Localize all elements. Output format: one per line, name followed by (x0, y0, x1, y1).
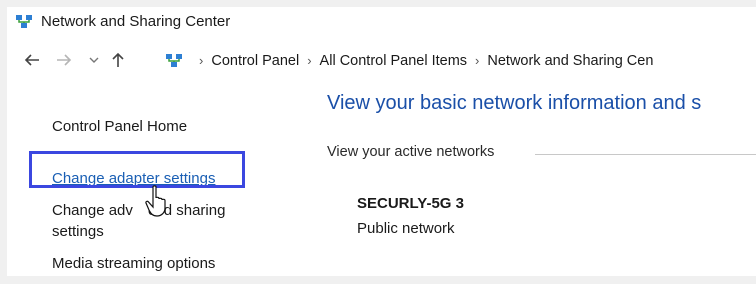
title-bar: Network and Sharing Center (7, 7, 756, 37)
network-type-link[interactable]: Public network (357, 220, 455, 237)
active-networks-label: View your active networks (327, 144, 495, 160)
arrow-up-icon (112, 52, 124, 67)
window-title: Network and Sharing Center (41, 13, 231, 30)
sidebar-item-change-advanced-sharing-line1[interactable]: Change adv ced sharing (52, 200, 225, 221)
breadcrumb-separator-icon: › (307, 53, 312, 68)
highlight-box (29, 151, 245, 188)
recent-locations-button[interactable] (87, 49, 101, 71)
up-button[interactable] (107, 49, 129, 71)
network-icon (16, 15, 32, 28)
arrow-left-icon (24, 54, 39, 66)
navigation-bar: › Control Panel › All Control Panel Item… (7, 43, 756, 77)
sidebar-item-control-panel-home[interactable]: Control Panel Home (52, 116, 187, 137)
network-name: SECURLY-5G 3 (357, 195, 464, 212)
page-title: View your basic network information and … (327, 92, 702, 114)
breadcrumb-all-control-panel-items[interactable]: All Control Panel Items (320, 53, 467, 69)
chevron-down-icon (89, 57, 99, 63)
breadcrumb-control-panel[interactable]: Control Panel (211, 53, 299, 69)
back-button[interactable] (21, 49, 43, 71)
sidebar-item-media-streaming-options[interactable]: Media streaming options (52, 253, 215, 274)
breadcrumb-network-sharing-center[interactable]: Network and Sharing Cen (487, 53, 653, 69)
address-bar[interactable]: › Control Panel › All Control Panel Item… (165, 47, 756, 74)
sidebar-item-change-advanced-sharing-line2[interactable]: settings (52, 221, 104, 242)
breadcrumb-separator-icon: › (199, 53, 204, 68)
hand-pointer-icon (145, 185, 166, 217)
forward-button[interactable] (53, 49, 75, 71)
network-icon (166, 53, 182, 67)
arrow-right-icon (57, 54, 72, 66)
section-divider (535, 154, 756, 155)
breadcrumb-separator-icon: › (475, 53, 480, 68)
network-sharing-center-window: Network and Sharing Center › Control Pan… (7, 7, 756, 276)
